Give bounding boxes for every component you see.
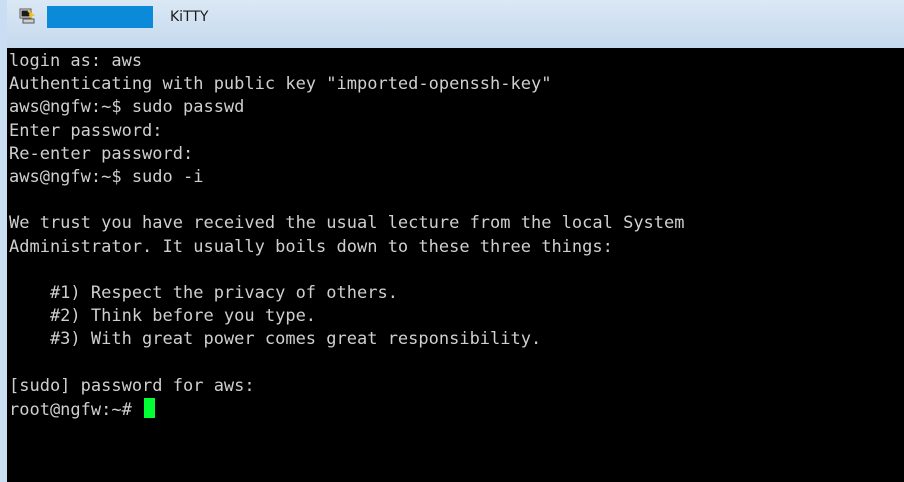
terminal-output[interactable]: login as: aws Authenticating with public… xyxy=(7,48,904,482)
terminal-line: [sudo] password for aws: xyxy=(9,375,255,396)
title-bar[interactable]: KiTTY xyxy=(7,0,904,48)
terminal-cursor xyxy=(144,397,156,418)
terminal-line: aws@ngfw:~$ sudo -i xyxy=(9,166,204,187)
terminal-line: #3) With great power comes great respons… xyxy=(9,329,542,350)
terminal-line: aws@ngfw:~$ sudo passwd xyxy=(9,97,245,118)
terminal-line: Administrator. It usually boils down to … xyxy=(9,236,613,257)
root-prompt: root@ngfw:~# xyxy=(9,399,143,420)
terminal-line: login as: aws xyxy=(9,51,143,71)
terminal-line: Enter password: xyxy=(9,120,163,141)
terminal-line: Re-enter password: xyxy=(9,143,194,164)
kitty-window: KiTTY login as: aws Authenticating with … xyxy=(0,0,904,482)
terminal-line: Authenticating with public key "imported… xyxy=(9,74,552,95)
window-title: KiTTY xyxy=(170,9,209,25)
terminal-line: #1) Respect the privacy of others. xyxy=(9,282,398,303)
prompt-line[interactable]: root@ngfw:~# xyxy=(9,397,904,421)
redacted-hostname xyxy=(47,6,153,28)
terminal-line: We trust you have received the usual lec… xyxy=(9,213,685,234)
putty-terminal-icon[interactable] xyxy=(19,8,36,24)
terminal-line: #2) Think before you type. xyxy=(9,306,317,327)
